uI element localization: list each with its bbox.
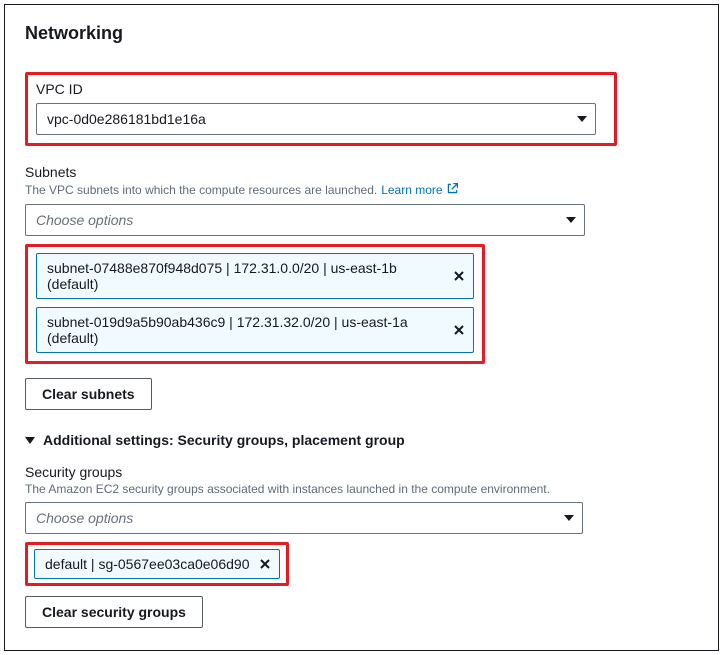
external-link-icon: [446, 182, 459, 198]
clear-security-groups-button[interactable]: Clear security groups: [25, 596, 203, 628]
security-group-chip: default | sg-0567ee03ca0e06d90: [34, 549, 280, 579]
subnet-chip: subnet-07488e870f948d075 | 172.31.0.0/20…: [36, 253, 474, 299]
subnet-chip: subnet-019d9a5b90ab436c9 | 172.31.32.0/2…: [36, 307, 474, 353]
subnets-learn-more-link[interactable]: Learn more: [381, 182, 458, 198]
subnets-label: Subnets: [25, 164, 698, 180]
security-groups-placeholder: Choose options: [36, 510, 133, 526]
security-groups-section: Security groups The Amazon EC2 security …: [25, 464, 698, 628]
security-group-chip-label: default | sg-0567ee03ca0e06d90: [45, 556, 249, 572]
remove-chip-icon[interactable]: [453, 324, 465, 336]
chevron-down-icon: [25, 437, 35, 444]
chevron-down-icon: [564, 515, 574, 521]
vpc-selected-value: vpc-0d0e286181bd1e16a: [47, 111, 206, 127]
subnets-chip-list: subnet-07488e870f948d075 | 172.31.0.0/20…: [36, 253, 474, 353]
subnet-chip-label: subnet-019d9a5b90ab436c9 | 172.31.32.0/2…: [47, 314, 443, 346]
vpc-label: VPC ID: [36, 81, 606, 97]
networking-panel: Networking VPC ID vpc-0d0e286181bd1e16a …: [4, 4, 719, 651]
security-group-chip-highlight: default | sg-0567ee03ca0e06d90: [25, 542, 289, 586]
vpc-highlight: VPC ID vpc-0d0e286181bd1e16a: [25, 72, 617, 146]
chevron-down-icon: [577, 116, 587, 122]
clear-subnets-button[interactable]: Clear subnets: [25, 378, 152, 410]
subnets-select[interactable]: Choose options: [25, 204, 585, 236]
chevron-down-icon: [566, 217, 576, 223]
vpc-select[interactable]: vpc-0d0e286181bd1e16a: [36, 103, 596, 135]
security-groups-label: Security groups: [25, 464, 698, 480]
security-groups-select[interactable]: Choose options: [25, 502, 583, 534]
subnets-chips-highlight: subnet-07488e870f948d075 | 172.31.0.0/20…: [25, 244, 485, 364]
panel-title: Networking: [25, 23, 698, 44]
subnets-help: The VPC subnets into which the compute r…: [25, 182, 698, 198]
subnet-chip-label: subnet-07488e870f948d075 | 172.31.0.0/20…: [47, 260, 443, 292]
remove-chip-icon[interactable]: [259, 558, 271, 570]
security-groups-help: The Amazon EC2 security groups associate…: [25, 482, 698, 496]
additional-settings-toggle[interactable]: Additional settings: Security groups, pl…: [25, 432, 698, 448]
remove-chip-icon[interactable]: [453, 270, 465, 282]
subnets-placeholder: Choose options: [36, 212, 133, 228]
